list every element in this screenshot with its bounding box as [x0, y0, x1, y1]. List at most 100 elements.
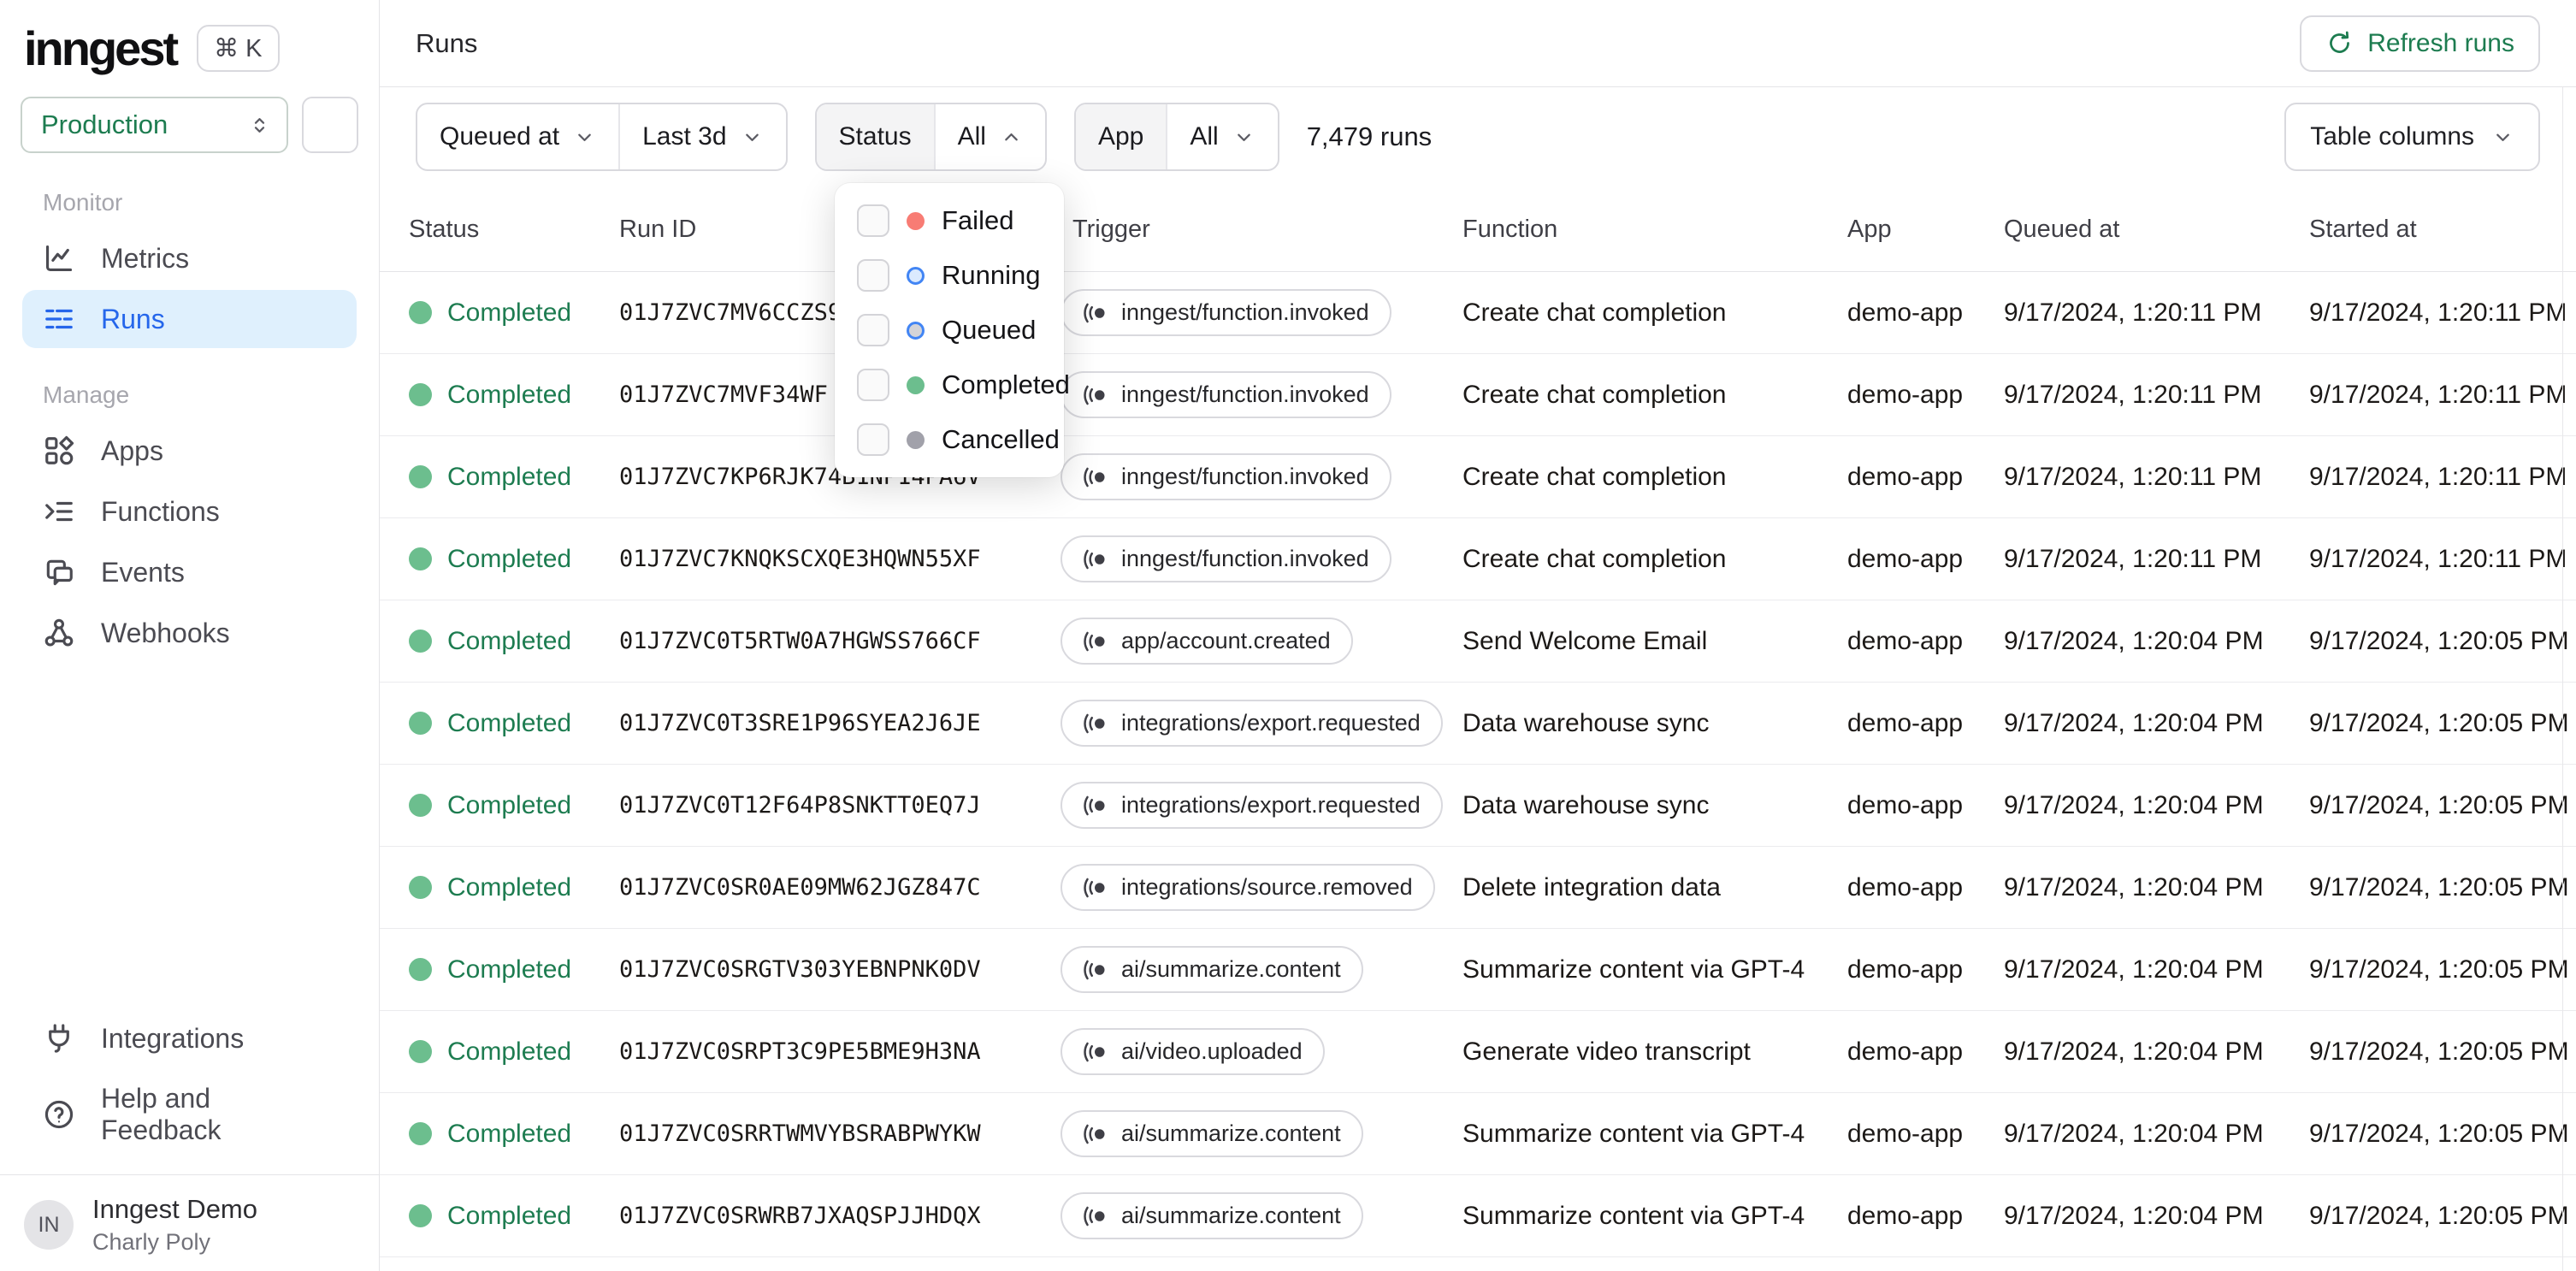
sidebar-item-label: Apps: [101, 435, 163, 466]
status-filter-value[interactable]: All: [933, 104, 1045, 169]
scrollbar-gutter[interactable]: [2562, 87, 2576, 1271]
sidebar-item-help-and-feedback[interactable]: Help and Feedback: [22, 1070, 357, 1159]
table-row[interactable]: Completed 01J7ZVC0T12F64P8SNKTT0EQ7J integ…: [380, 765, 2576, 847]
apps-icon: [43, 435, 75, 467]
sidebar-item-functions[interactable]: Functions: [22, 482, 357, 541]
trigger-pill[interactable]: ai/summarize.content: [1061, 946, 1363, 993]
table-row[interactable]: Completed 01J7ZVC7MV6CCZS9 inngest/functio…: [380, 272, 2576, 354]
run-id[interactable]: 01J7ZVC0SR0AE09MW62JGZ847C: [619, 874, 1061, 901]
status-option-queued[interactable]: Queued: [835, 303, 1064, 358]
table-row[interactable]: Completed 01J7ZVC0SRPT3C9PE5BME9H3NA ai/vi…: [380, 1011, 2576, 1093]
function-cell[interactable]: Summarize content via GPT-4: [1462, 1202, 1847, 1231]
sidebar-item-apps[interactable]: Apps: [22, 422, 357, 480]
table-row[interactable]: Completed 01J7ZVC0T5RTW0A7HGWSS766CF app/a…: [380, 600, 2576, 683]
queued-at-filter[interactable]: Queued at: [417, 104, 618, 169]
user-menu[interactable]: IN Inngest Demo Charly Poly: [0, 1174, 379, 1256]
trigger-pill[interactable]: inngest/function.invoked: [1061, 289, 1391, 336]
trigger-pill[interactable]: ai/summarize.content: [1061, 1110, 1363, 1157]
time-range-value: Last 3d: [642, 122, 727, 151]
checkbox[interactable]: [857, 259, 889, 292]
run-id[interactable]: 01J7ZVC0T12F64P8SNKTT0EQ7J: [619, 792, 1061, 819]
run-id[interactable]: 01J7ZVC0SRWRB7JXAQSPJJHDQX: [619, 1203, 1061, 1229]
event-icon: [1083, 875, 1108, 901]
table-row[interactable]: Completed 01J7ZVC0T3SRE1P96SYEA2J6JE integ…: [380, 683, 2576, 765]
queued-at-cell: 9/17/2024, 1:20:04 PM: [2004, 1201, 2264, 1230]
trigger-pill[interactable]: app/account.created: [1061, 618, 1353, 665]
column-header-status[interactable]: Status: [409, 216, 619, 244]
run-id[interactable]: 01J7ZVC0T5RTW0A7HGWSS766CF: [619, 628, 1061, 654]
trigger-label: integrations/export.requested: [1121, 710, 1421, 736]
status-dot-completed: [907, 375, 925, 394]
queued-at-cell: 9/17/2024, 1:20:04 PM: [2004, 872, 2264, 902]
status-option-completed[interactable]: Completed: [835, 358, 1070, 412]
chevron-down-icon: [573, 126, 596, 149]
functions-icon: [43, 495, 75, 528]
run-id[interactable]: 01J7ZVC7KNQKSCXQE3HQWN55XF: [619, 546, 1061, 572]
sidebar-item-metrics[interactable]: Metrics: [22, 229, 357, 287]
trigger-pill[interactable]: integrations/export.requested: [1061, 700, 1443, 747]
status-cell: Completed: [409, 1037, 619, 1067]
environment-select[interactable]: Production: [21, 97, 288, 153]
trigger-pill[interactable]: inngest/function.invoked: [1061, 371, 1391, 418]
table-row[interactable]: Completed 01J7ZVC0SRGTV303YEBNPNK0DV ai/su…: [380, 929, 2576, 1011]
function-cell[interactable]: Summarize content via GPT-4: [1462, 955, 1847, 984]
sidebar-item-integrations[interactable]: Integrations: [22, 1009, 357, 1067]
status-label: Completed: [447, 708, 572, 737]
status-option-running[interactable]: Running: [835, 248, 1064, 303]
started-at-cell: 9/17/2024, 1:20:05 PM: [2309, 872, 2569, 902]
column-header-started-at[interactable]: Started at: [2309, 216, 2576, 244]
trigger-pill[interactable]: ai/video.uploaded: [1061, 1028, 1325, 1075]
status-option-cancelled[interactable]: Cancelled: [835, 412, 1064, 467]
sidebar-item-webhooks[interactable]: Webhooks: [22, 604, 357, 662]
trigger-pill[interactable]: ai/summarize.content: [1061, 1192, 1363, 1239]
command-k-shortcut[interactable]: ⌘ K: [197, 25, 280, 72]
function-cell[interactable]: Create chat completion: [1462, 299, 1847, 328]
section-label-monitor: Monitor: [43, 189, 123, 216]
sidebar-item-runs[interactable]: Runs: [22, 290, 357, 348]
table-row[interactable]: Completed 01J7ZVC0SR0AE09MW62JGZ847C integ…: [380, 847, 2576, 929]
table-row[interactable]: Completed 01J7ZVC7KP6RJK74B1NP14PA6V innge…: [380, 436, 2576, 518]
function-cell[interactable]: Send Welcome Email: [1462, 627, 1847, 656]
status-option-failed[interactable]: Failed: [835, 193, 1064, 248]
function-cell[interactable]: Generate video transcript: [1462, 1037, 1847, 1067]
time-range-filter[interactable]: Last 3d: [618, 104, 785, 169]
table-row[interactable]: Completed 01J7ZVC7KNQKSCXQE3HQWN55XF innge…: [380, 518, 2576, 600]
trigger-pill[interactable]: inngest/function.invoked: [1061, 535, 1391, 582]
event-icon: [1083, 300, 1108, 326]
function-cell[interactable]: Delete integration data: [1462, 873, 1847, 902]
trigger-pill[interactable]: integrations/source.removed: [1061, 864, 1435, 911]
app-cell: demo-app: [1847, 462, 1964, 491]
column-header-function[interactable]: Function: [1462, 216, 1847, 244]
table-columns-button[interactable]: Table columns: [2284, 103, 2540, 171]
refresh-runs-button[interactable]: Refresh runs: [2300, 15, 2540, 72]
run-id[interactable]: 01J7ZVC0SRRTWMVYBSRABPWYKW: [619, 1120, 1061, 1147]
trigger-pill[interactable]: inngest/function.invoked: [1061, 453, 1391, 500]
checkbox[interactable]: [857, 369, 889, 401]
function-cell[interactable]: Data warehouse sync: [1462, 709, 1847, 738]
column-header-queued-at[interactable]: Queued at: [2004, 216, 2309, 244]
trigger-pill[interactable]: integrations/export.requested: [1061, 782, 1443, 829]
run-id[interactable]: 01J7ZVC0SRGTV303YEBNPNK0DV: [619, 956, 1061, 983]
sidebar-item-label: Functions: [101, 495, 220, 527]
function-cell[interactable]: Create chat completion: [1462, 545, 1847, 574]
trigger-label: app/account.created: [1121, 628, 1331, 653]
table-row[interactable]: Completed 01J7ZVC0SRWRB7JXAQSPJJHDQX ai/su…: [380, 1175, 2576, 1257]
table-row[interactable]: Completed 01J7ZVC7MVF34WF inngest/function…: [380, 354, 2576, 436]
sidebar-item-label: Runs: [101, 303, 165, 334]
column-header-app[interactable]: App: [1847, 216, 2004, 244]
function-cell[interactable]: Create chat completion: [1462, 381, 1847, 410]
checkbox[interactable]: [857, 204, 889, 237]
runs-icon: [43, 303, 75, 335]
function-cell[interactable]: Data warehouse sync: [1462, 791, 1847, 820]
checkbox[interactable]: [857, 423, 889, 456]
column-header-trigger[interactable]: Trigger: [1061, 216, 1462, 244]
run-id[interactable]: 01J7ZVC0T3SRE1P96SYEA2J6JE: [619, 710, 1061, 736]
function-cell[interactable]: Summarize content via GPT-4: [1462, 1120, 1847, 1149]
function-cell[interactable]: Create chat completion: [1462, 463, 1847, 492]
app-filter-value[interactable]: All: [1166, 104, 1277, 169]
sidebar-item-events[interactable]: Events: [22, 543, 357, 601]
checkbox[interactable]: [857, 314, 889, 346]
table-row[interactable]: Completed 01J7ZVC0SRRTWMVYBSRABPWYKW ai/su…: [380, 1093, 2576, 1175]
environment-filter-button[interactable]: [302, 97, 358, 153]
run-id[interactable]: 01J7ZVC0SRPT3C9PE5BME9H3NA: [619, 1038, 1061, 1065]
